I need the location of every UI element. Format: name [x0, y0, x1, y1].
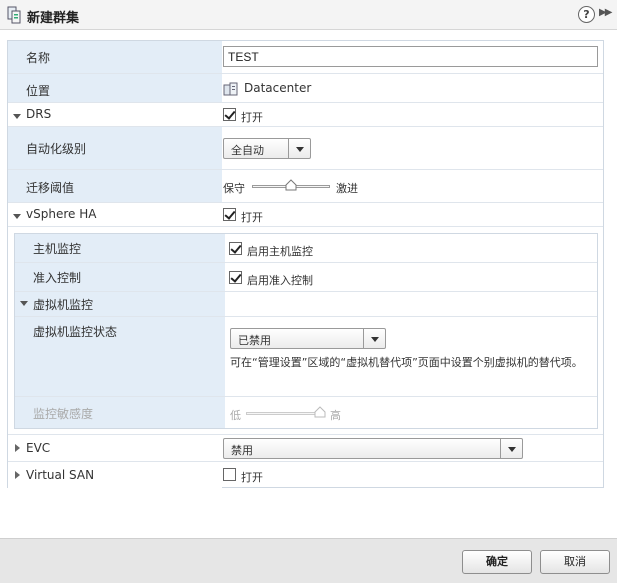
automation-level-row: 自动化级别 全自动: [8, 127, 603, 170]
name-input[interactable]: [223, 46, 598, 67]
migration-threshold-label: 迁移阈值: [26, 181, 75, 195]
automation-level-dropdown[interactable]: 全自动: [223, 138, 311, 159]
drs-checkbox[interactable]: [223, 108, 236, 121]
ha-label: vSphere HA: [26, 207, 97, 221]
location-label: 位置: [26, 84, 51, 98]
expand-arrow-icon[interactable]: [15, 444, 20, 452]
evc-row[interactable]: EVC 禁用: [8, 435, 603, 462]
name-label: 名称: [26, 51, 51, 65]
dialog-footer: 确定 取消: [0, 538, 617, 583]
evc-dropdown[interactable]: 禁用: [223, 438, 523, 459]
evc-value: 禁用: [231, 444, 253, 457]
automation-level-label: 自动化级别: [26, 142, 87, 156]
chevron-down-icon[interactable]: [288, 139, 310, 158]
dialog-title: 新建群集: [27, 11, 80, 26]
vsan-checkbox[interactable]: [223, 468, 236, 481]
vsan-checkbox-label: 打开: [241, 471, 263, 484]
datacenter-icon: [223, 82, 238, 96]
drs-checkbox-label: 打开: [241, 111, 263, 124]
slider-min-label: 保守: [223, 182, 245, 195]
name-row: 名称: [8, 41, 603, 74]
location-row: 位置 Datacenter: [8, 74, 603, 103]
evc-label: EVC: [26, 441, 51, 455]
expand-arrow-icon[interactable]: [15, 471, 20, 479]
ok-button[interactable]: 确定: [462, 550, 532, 574]
slider-thumb[interactable]: [285, 179, 297, 191]
dialog-titlebar: 新建群集 ? ▶▶: [0, 0, 617, 30]
drs-label: DRS: [26, 107, 52, 121]
ha-section-header[interactable]: vSphere HA 打开: [8, 203, 603, 227]
expand-panel-icon[interactable]: ▶▶: [599, 7, 612, 18]
collapse-arrow-icon[interactable]: [13, 114, 21, 119]
cluster-form: 名称 位置 Datacenter DRS 打开 自动化级别: [7, 40, 604, 488]
location-value: Datacenter: [244, 81, 312, 95]
vsan-label: Virtual SAN: [26, 468, 95, 482]
ha-checkbox-label: 打开: [241, 211, 263, 224]
vsan-row[interactable]: Virtual SAN 打开: [8, 462, 603, 488]
drs-section-header[interactable]: DRS 打开: [8, 103, 603, 127]
chevron-down-icon[interactable]: [500, 439, 522, 458]
ha-checkbox[interactable]: [223, 208, 236, 221]
collapse-arrow-icon[interactable]: [13, 214, 21, 219]
migration-threshold-row: 迁移阈值 保守 激进: [8, 170, 603, 203]
cluster-icon: [7, 6, 21, 24]
slider-max-label: 激进: [336, 182, 358, 195]
help-icon[interactable]: ?: [578, 6, 595, 23]
ha-settings-container: [8, 227, 603, 435]
cancel-button[interactable]: 取消: [540, 550, 610, 574]
automation-level-value: 全自动: [231, 144, 264, 157]
